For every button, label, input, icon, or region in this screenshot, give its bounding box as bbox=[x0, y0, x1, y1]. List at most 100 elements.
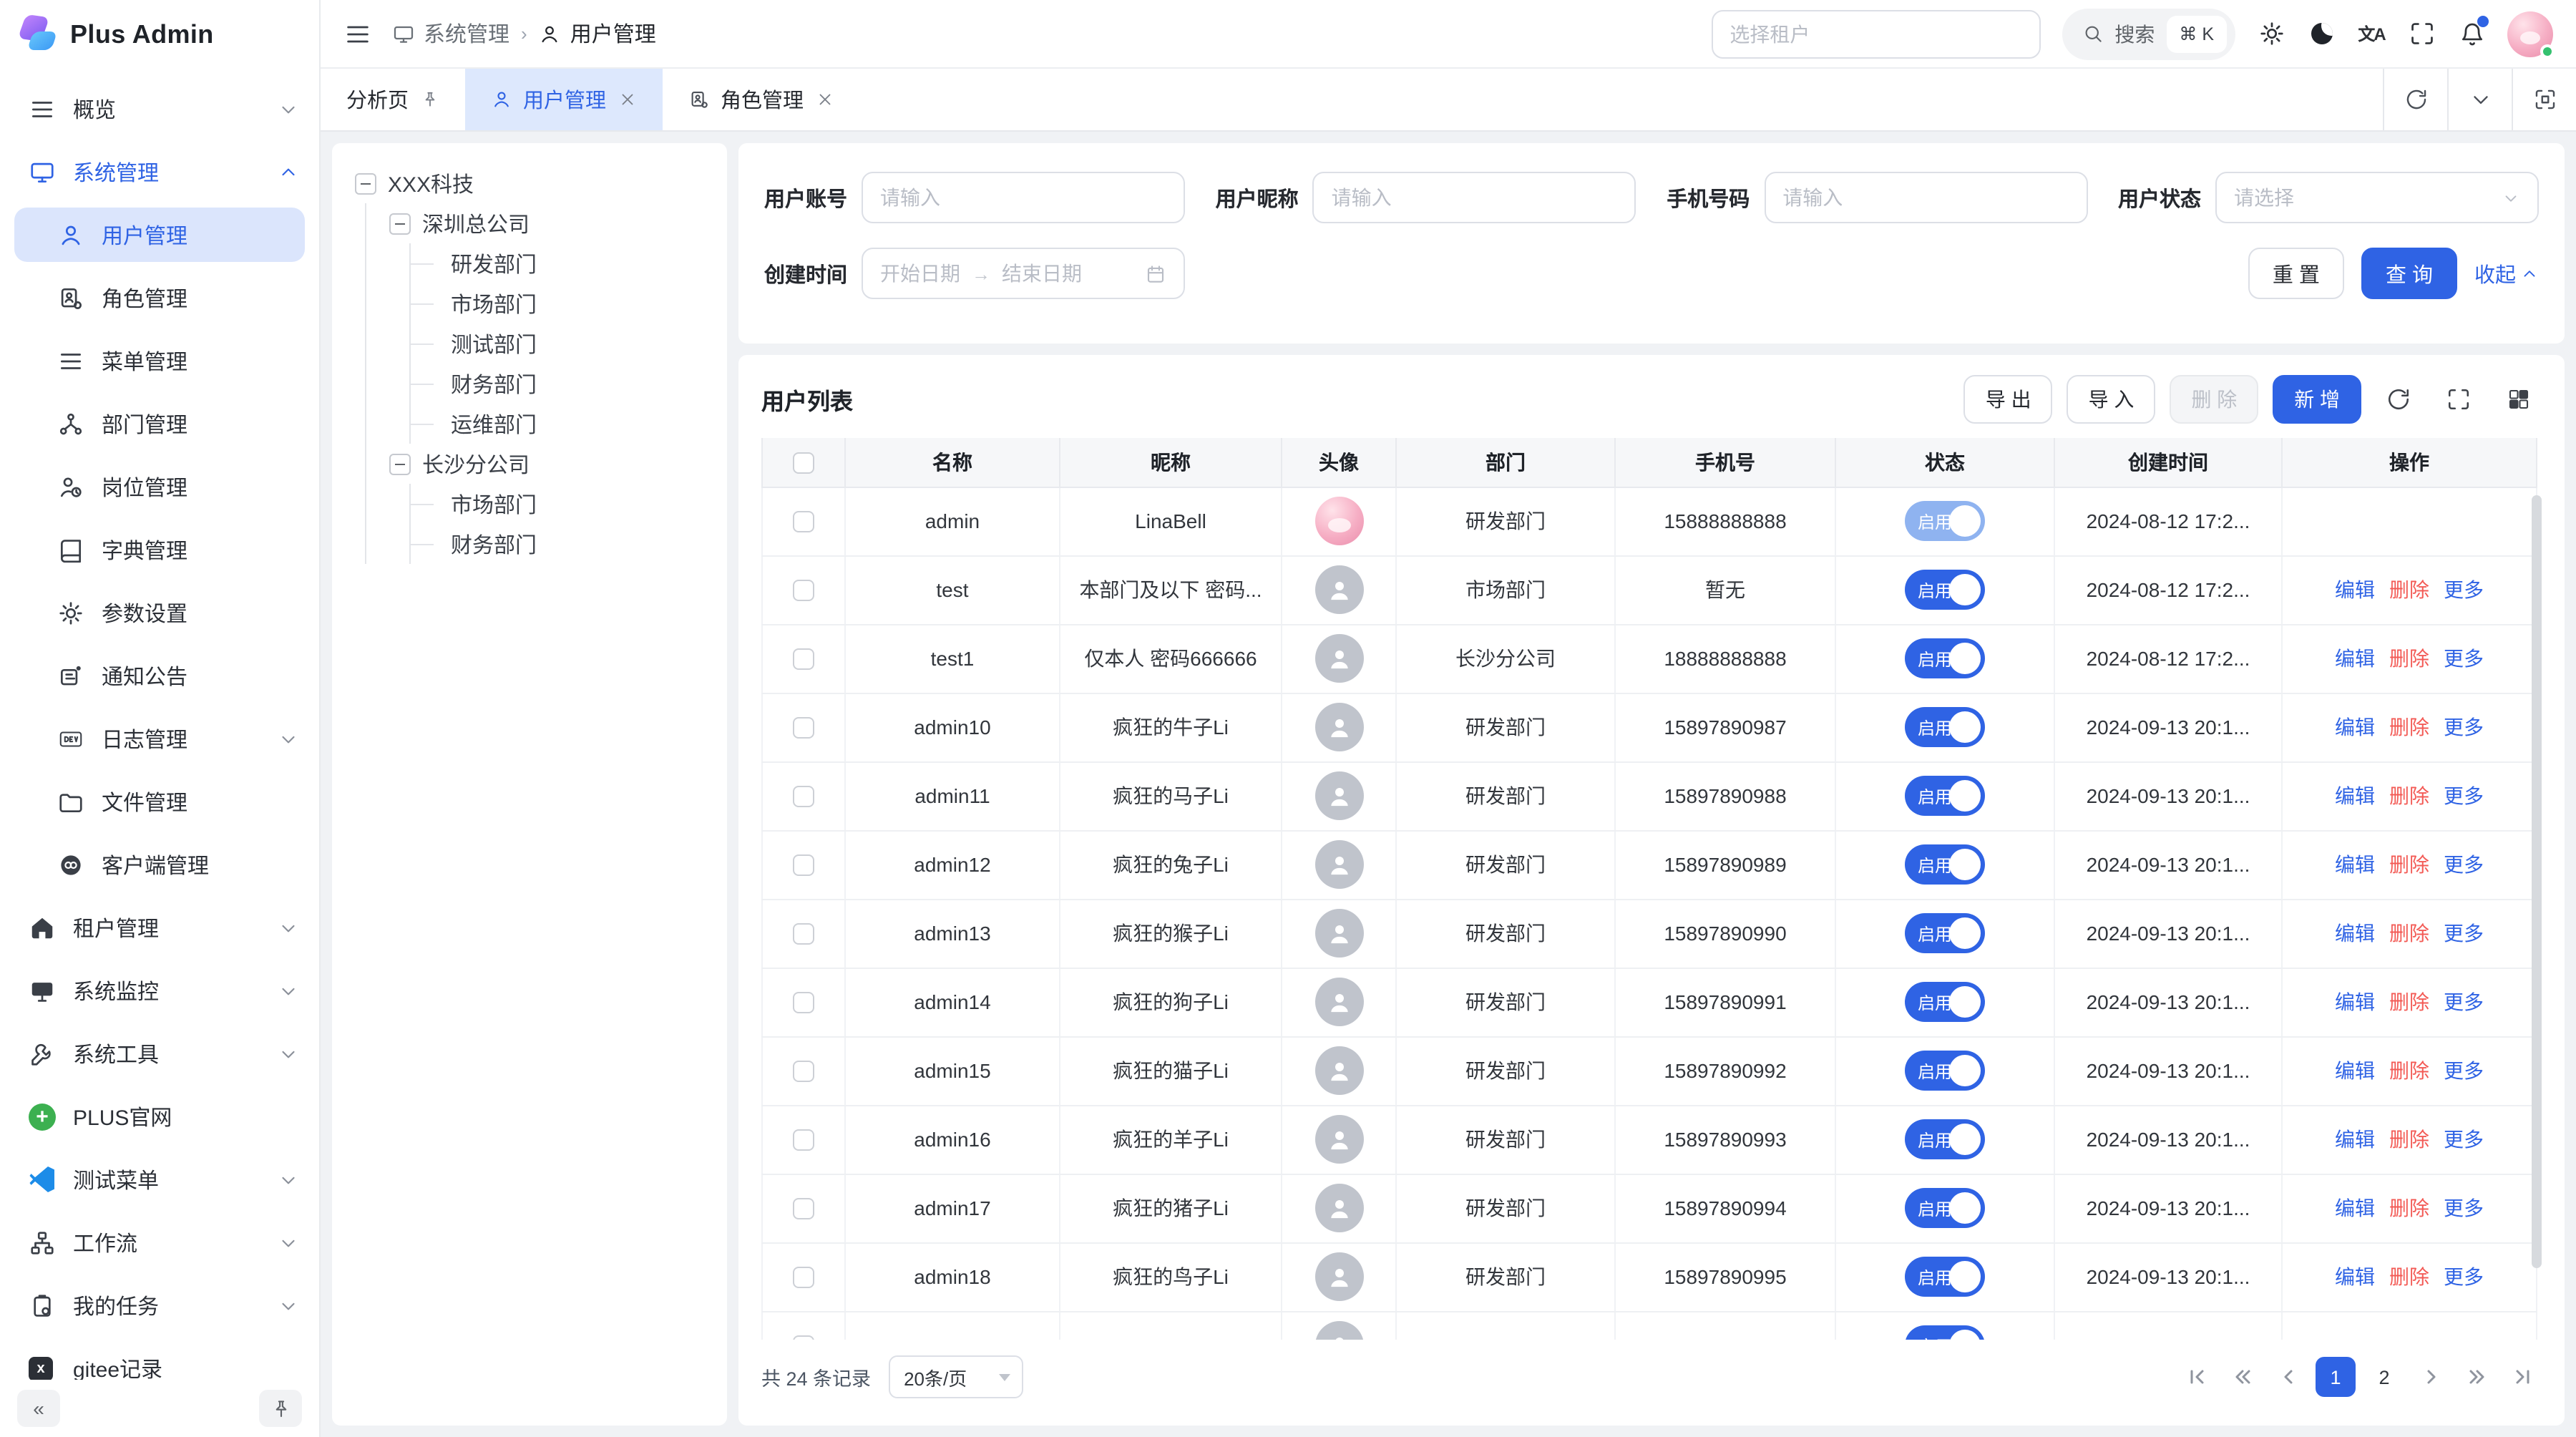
collapse-sidebar-button[interactable]: « bbox=[17, 1390, 60, 1427]
more-link[interactable]: 更多 bbox=[2444, 853, 2484, 876]
more-link[interactable]: 更多 bbox=[2444, 784, 2484, 807]
status-toggle[interactable]: 启用 bbox=[1905, 776, 1985, 816]
delete-link[interactable]: 删除 bbox=[2389, 647, 2429, 670]
sidebar-item-gitee[interactable]: x gitee记录 bbox=[0, 1337, 319, 1380]
page-size-select[interactable]: 20条/页 bbox=[888, 1355, 1023, 1398]
row-checkbox[interactable] bbox=[793, 1267, 814, 1289]
dark-mode-button[interactable] bbox=[2307, 19, 2336, 48]
sidebar-item-clients[interactable]: 客户端管理 bbox=[0, 833, 319, 896]
sidebar-item-roles[interactable]: 角色管理 bbox=[0, 266, 319, 329]
delete-link[interactable]: 删除 bbox=[2389, 784, 2429, 807]
sidebar-item-users[interactable]: 用户管理 bbox=[0, 203, 319, 266]
more-link[interactable]: 更多 bbox=[2444, 1128, 2484, 1151]
tree-node-dept[interactable]: 市场部门 bbox=[411, 283, 704, 323]
maximize-content-button[interactable] bbox=[2512, 69, 2576, 130]
collapse-icon[interactable] bbox=[389, 213, 411, 234]
status-toggle[interactable]: 启用 bbox=[1905, 1257, 1985, 1297]
status-toggle[interactable]: 启用 bbox=[1905, 1325, 1985, 1340]
pager-next-group-button[interactable] bbox=[2459, 1358, 2496, 1395]
more-link[interactable]: 更多 bbox=[2444, 578, 2484, 601]
more-link[interactable]: 更多 bbox=[2444, 647, 2484, 670]
tree-node-dept[interactable]: 财务部门 bbox=[411, 364, 704, 404]
edit-link[interactable]: 编辑 bbox=[2335, 1197, 2375, 1219]
row-checkbox[interactable] bbox=[793, 1199, 814, 1220]
row-checkbox[interactable] bbox=[793, 993, 814, 1014]
row-checkbox[interactable] bbox=[793, 924, 814, 945]
notifications-button[interactable] bbox=[2457, 19, 2486, 48]
delete-link[interactable]: 删除 bbox=[2389, 1128, 2429, 1151]
sidebar-item-files[interactable]: 文件管理 bbox=[0, 770, 319, 833]
tree-node-root[interactable]: XXX科技 bbox=[355, 163, 704, 203]
tab-menu-button[interactable] bbox=[2447, 69, 2512, 130]
close-icon[interactable] bbox=[618, 90, 636, 109]
pin-sidebar-button[interactable] bbox=[259, 1390, 302, 1427]
sidebar-item-workflow[interactable]: 工作流 bbox=[0, 1211, 319, 1274]
tab-users[interactable]: 用户管理 bbox=[464, 69, 662, 130]
pager-page-1[interactable]: 1 bbox=[2316, 1357, 2356, 1397]
tree-node-changsha[interactable]: 长沙分公司 bbox=[389, 444, 704, 484]
status-toggle[interactable]: 启用 bbox=[1905, 707, 1985, 747]
sidebar-item-dicts[interactable]: 字典管理 bbox=[0, 518, 319, 581]
sidebar-item-system[interactable]: 系统管理 bbox=[0, 140, 319, 203]
delete-link[interactable]: 删除 bbox=[2389, 1197, 2429, 1219]
column-settings-button[interactable] bbox=[2496, 376, 2542, 422]
status-toggle[interactable]: 启用 bbox=[1905, 638, 1985, 678]
sidebar-item-monitoring[interactable]: 系统监控 bbox=[0, 959, 319, 1022]
tree-node-dept[interactable]: 研发部门 bbox=[411, 243, 704, 283]
sidebar-item-tools[interactable]: 系统工具 bbox=[0, 1022, 319, 1085]
phone-input[interactable] bbox=[1764, 172, 2087, 223]
tab-analysis[interactable]: 分析页 bbox=[321, 69, 464, 130]
collapse-filters-link[interactable]: 收起 bbox=[2474, 258, 2539, 288]
settings-button[interactable] bbox=[2257, 19, 2285, 48]
status-toggle[interactable]: 启用 bbox=[1905, 1051, 1985, 1091]
edit-link[interactable]: 编辑 bbox=[2335, 853, 2375, 876]
row-checkbox[interactable] bbox=[793, 1061, 814, 1083]
edit-link[interactable]: 编辑 bbox=[2335, 1059, 2375, 1082]
edit-link[interactable]: 编辑 bbox=[2335, 784, 2375, 807]
sidebar-item-params[interactable]: 参数设置 bbox=[0, 581, 319, 644]
row-checkbox[interactable] bbox=[793, 718, 814, 739]
row-checkbox[interactable] bbox=[793, 1130, 814, 1151]
pager-next-button[interactable] bbox=[2413, 1358, 2450, 1395]
more-link[interactable]: 更多 bbox=[2444, 716, 2484, 739]
add-button[interactable]: 新 增 bbox=[2273, 375, 2361, 424]
delete-link[interactable]: 删除 bbox=[2389, 990, 2429, 1013]
tree-node-dept[interactable]: 测试部门 bbox=[411, 323, 704, 364]
sidebar-item-logs[interactable]: 日志管理 bbox=[0, 707, 319, 770]
tenant-select-input[interactable] bbox=[1711, 9, 2040, 58]
refresh-tab-button[interactable] bbox=[2383, 69, 2447, 130]
pager-last-button[interactable] bbox=[2504, 1358, 2542, 1395]
pin-icon[interactable] bbox=[420, 90, 439, 109]
tree-node-dept[interactable]: 财务部门 bbox=[411, 524, 704, 564]
more-link[interactable]: 更多 bbox=[2444, 990, 2484, 1013]
pager-page-2[interactable]: 2 bbox=[2364, 1357, 2404, 1397]
date-range-picker[interactable]: 开始日期 → 结束日期 bbox=[862, 248, 1185, 299]
app-logo[interactable]: Plus Admin bbox=[0, 0, 319, 69]
delete-link[interactable]: 删除 bbox=[2389, 922, 2429, 945]
language-button[interactable]: 文A bbox=[2357, 19, 2386, 48]
status-toggle[interactable]: 启用 bbox=[1905, 1119, 1985, 1159]
delete-link[interactable]: 删除 bbox=[2389, 1059, 2429, 1082]
sidebar-item-overview[interactable]: 概览 bbox=[0, 77, 319, 140]
tree-node-shenzhen[interactable]: 深圳总公司 bbox=[389, 203, 704, 243]
import-button[interactable]: 导 入 bbox=[2067, 375, 2156, 424]
tree-node-dept[interactable]: 运维部门 bbox=[411, 404, 704, 444]
collapse-icon[interactable] bbox=[355, 172, 376, 194]
more-link[interactable]: 更多 bbox=[2444, 1265, 2484, 1288]
avatar[interactable] bbox=[2507, 11, 2553, 57]
fullscreen-button[interactable] bbox=[2407, 19, 2436, 48]
more-link[interactable]: 更多 bbox=[2444, 1059, 2484, 1082]
edit-link[interactable]: 编辑 bbox=[2335, 1265, 2375, 1288]
row-checkbox[interactable] bbox=[793, 1336, 814, 1340]
hamburger-icon[interactable] bbox=[343, 19, 372, 48]
edit-link[interactable]: 编辑 bbox=[2335, 922, 2375, 945]
search-button[interactable]: 查 询 bbox=[2361, 248, 2457, 299]
sidebar-item-plus-site[interactable]: + PLUS官网 bbox=[0, 1085, 319, 1148]
pager-prev-button[interactable] bbox=[2270, 1358, 2307, 1395]
sidebar-item-posts[interactable]: 岗位管理 bbox=[0, 455, 319, 518]
more-link[interactable]: 更多 bbox=[2444, 922, 2484, 945]
select-all-checkbox[interactable] bbox=[793, 452, 814, 474]
global-search-button[interactable]: 搜索 ⌘ K bbox=[2062, 8, 2235, 59]
sidebar-item-my-tasks[interactable]: 我的任务 bbox=[0, 1274, 319, 1337]
status-toggle[interactable]: 启用 bbox=[1905, 1188, 1985, 1228]
